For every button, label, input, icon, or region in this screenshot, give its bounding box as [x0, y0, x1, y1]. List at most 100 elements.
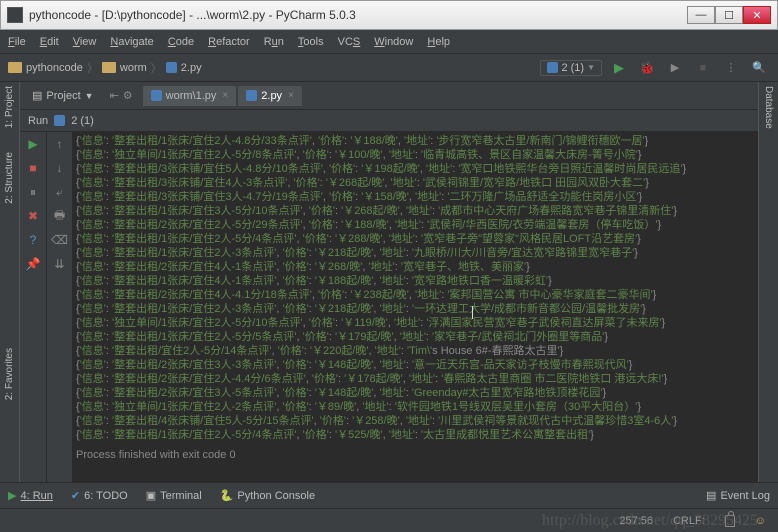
event-log[interactable]: ▤Event Log [706, 489, 770, 502]
lock-icon[interactable] [725, 515, 735, 527]
menu-navigate[interactable]: Navigate [110, 36, 153, 48]
app-icon [7, 7, 23, 23]
menu-refactor[interactable]: Refactor [208, 36, 250, 48]
console-line: {'信息': '整套出租/1张床/宜住2人-5分/5条点评', '价格': '￥… [76, 330, 754, 344]
stop-button[interactable]: ■ [692, 58, 714, 78]
console-line: {'信息': '整套出租/1张床/宜住2人-3条点评', '价格': '￥218… [76, 246, 754, 260]
line-ending: CRLF: [673, 515, 705, 527]
caret-position: 257:56 [619, 515, 653, 527]
bottom-todo[interactable]: ✔6: TODO [71, 489, 128, 502]
stop-button[interactable]: ■ [25, 160, 41, 176]
console-line: {'信息': '独立单间/1张床/宜住2人-2条点评', '价格': '￥89/… [76, 400, 754, 414]
python-file-icon [166, 62, 177, 73]
console-line: {'信息': '整套出租/宜住2人-5分/14条点评', '价格': '￥220… [76, 344, 754, 358]
console-line: {'信息': '整套出租/4张床铺/宜住5人-5分/15条点评', '价格': … [76, 414, 754, 428]
console-line: {'信息': '整套出租/3张床铺/宜住5人-4.8分/10条点评', '价格'… [76, 162, 754, 176]
run-config-selector[interactable]: 2 (1) ▼ [540, 60, 602, 76]
help-button[interactable]: ? [25, 232, 41, 248]
folder-icon [102, 62, 116, 73]
content-area: 1: Project 2: Structure 2: Favorites ▤ P… [0, 82, 778, 482]
console-output[interactable]: {'信息': '整套出租/1张床/宜住2人-4.8分/33条点评', '价格':… [72, 132, 758, 482]
console-line: {'信息': '整套出租/1张床/宜住2人-5分/4条点评', '价格': '￥… [76, 428, 754, 442]
console-line: {'信息': '整套出租/3张床铺/宜住4人-3条点评', '价格': '￥26… [76, 176, 754, 190]
left-gutter: 1: Project 2: Structure 2: Favorites [0, 82, 20, 482]
maximize-button[interactable]: ☐ [715, 6, 743, 24]
console-line: {'信息': '整套出租/2张床/宜住2人-4.4分/6条点评', '价格': … [76, 372, 754, 386]
run-tool-window: ▶ ■ ⏸ ✖ ? 📌 ↑ ↓ ⤶ 🖶 ⌫ ⇊ {'信息': '整套出租/1张床… [20, 132, 758, 482]
menu-window[interactable]: Window [374, 36, 413, 48]
nav-bar: pythoncode 〉 worm 〉 2.py 2 (1) ▼ ▶ 🐞 ▶ ■… [0, 54, 778, 82]
python-file-icon [547, 62, 558, 73]
chevron-right-icon: 〉 [151, 60, 162, 76]
console-line: {'信息': '整套出租/1张床/宜住2人-3条点评', '价格': '￥218… [76, 302, 754, 316]
menu-tools[interactable]: Tools [298, 36, 324, 48]
run-config-label: 2 (1) [561, 62, 584, 74]
console-line: {'信息': '整套出租/2张床/宜住3人-5条点评', '价格': '￥148… [76, 386, 754, 400]
up-button[interactable]: ↑ [52, 136, 68, 152]
wrap-button[interactable]: ⤶ [52, 184, 68, 200]
python-file-icon [246, 90, 257, 101]
clear-button[interactable]: ⌫ [52, 232, 68, 248]
menu-edit[interactable]: Edit [40, 36, 59, 48]
print-button[interactable]: 🖶 [52, 208, 68, 224]
menu-file[interactable]: File [8, 36, 26, 48]
text-caret [472, 306, 473, 319]
breadcrumb-folder[interactable]: worm [120, 62, 147, 74]
bottom-python-console[interactable]: 🐍Python Console [220, 489, 315, 502]
close-tab-icon[interactable]: × [222, 90, 228, 101]
run-left-toolbar-2: ↑ ↓ ⤶ 🖶 ⌫ ⇊ [46, 132, 72, 482]
console-line: {'信息': '整套出租/1张床/宜住4人-1条点评', '价格': '￥188… [76, 274, 754, 288]
menu-code[interactable]: Code [168, 36, 194, 48]
menu-view[interactable]: View [73, 36, 97, 48]
editor-tab[interactable]: 2.py × [238, 86, 302, 106]
close-button[interactable]: ✖ [25, 208, 41, 224]
run-header-label: Run [28, 115, 48, 127]
toolbar-right: 2 (1) ▼ ▶ 🐞 ▶ ■ ⋮ 🔍 [540, 58, 770, 78]
menu-vcs[interactable]: VCS [338, 36, 361, 48]
bottom-terminal[interactable]: ▣Terminal [146, 489, 202, 502]
pause-button[interactable]: ⏸ [25, 184, 41, 200]
project-dropdown[interactable]: ▤ Project ▼ [24, 86, 102, 105]
menu-help[interactable]: Help [427, 36, 450, 48]
main-panel: ▤ Project ▼ ⇤ ⚙ worm\1.py × 2.py × [20, 82, 758, 482]
console-line: {'信息': '整套出租/2张床/宜住2人-5分/29条点评', '价格': '… [76, 218, 754, 232]
editor-tabs: worm\1.py × 2.py × [143, 86, 302, 106]
breadcrumb-project[interactable]: pythoncode [26, 62, 83, 74]
project-label: Project [46, 90, 80, 102]
right-gutter: Database [758, 82, 778, 482]
search-everywhere[interactable]: 🔍 [748, 58, 770, 78]
editor-tab[interactable]: worm\1.py × [143, 86, 237, 106]
debug-button[interactable]: 🐞 [636, 58, 658, 78]
pin-button[interactable]: 📌 [25, 256, 41, 272]
chevron-right-icon: 〉 [87, 60, 98, 76]
project-view-icon: ▤ [32, 89, 42, 102]
python-file-icon [151, 90, 162, 101]
console-line: {'信息': '整套出租/1张床/宜住2人-5分/4条点评', '价格': '￥… [76, 232, 754, 246]
toolbar-extra[interactable]: ⋮ [720, 58, 742, 78]
coverage-button[interactable]: ▶ [664, 58, 686, 78]
breadcrumb: pythoncode 〉 worm 〉 2.py [8, 60, 540, 76]
bottom-tool-bar: ▶4: Run ✔6: TODO ▣Terminal 🐍Python Conso… [0, 482, 778, 508]
tool-structure[interactable]: 2: Structure [4, 152, 15, 204]
breadcrumb-file[interactable]: 2.py [181, 62, 202, 74]
rerun-button[interactable]: ▶ [25, 136, 41, 152]
collapse-icon[interactable]: ⇤ [110, 89, 119, 102]
hector-icon[interactable]: ☺ [755, 515, 766, 527]
gear-icon[interactable]: ⚙ [123, 89, 133, 102]
tool-favorites[interactable]: 2: Favorites [4, 348, 15, 400]
tab-label: worm\1.py [166, 90, 217, 102]
chevron-down-icon: ▼ [85, 91, 94, 101]
status-bar: 257:56 CRLF: ☺ http://blog.csdn.net/qq_3… [0, 508, 778, 532]
tool-project[interactable]: 1: Project [4, 86, 15, 128]
tool-database[interactable]: Database [763, 86, 774, 129]
bottom-run[interactable]: ▶4: Run [8, 489, 53, 502]
run-button[interactable]: ▶ [608, 58, 630, 78]
scroll-button[interactable]: ⇊ [52, 256, 68, 272]
close-button[interactable]: ✕ [743, 6, 771, 24]
menu-run[interactable]: Run [264, 36, 284, 48]
down-button[interactable]: ↓ [52, 160, 68, 176]
console-line: {'信息': '独立单间/1张床/宜住2人-5分/8条点评', '价格': '￥… [76, 148, 754, 162]
minimize-button[interactable]: — [687, 6, 715, 24]
close-tab-icon[interactable]: × [288, 90, 294, 101]
window-buttons: — ☐ ✕ [687, 6, 771, 24]
